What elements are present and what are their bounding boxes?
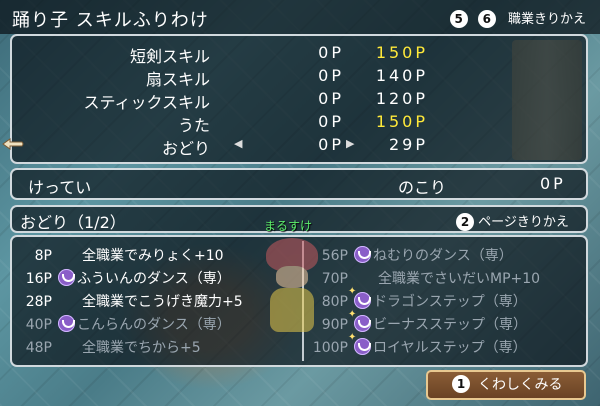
points-label: 40P bbox=[25, 317, 52, 333]
remaining-label: のこり bbox=[398, 178, 447, 197]
item-label: ロイヤルステップ（専） bbox=[373, 340, 527, 356]
skill-name: 短剣スキル bbox=[129, 47, 210, 66]
item-label: こんらんのダンス（専） bbox=[77, 317, 231, 333]
skill-points: 0P bbox=[318, 66, 344, 85]
button-6-icon[interactable]: 6 bbox=[477, 10, 496, 28]
list-item[interactable]: 40P こんらんのダンス（専） bbox=[2, 314, 231, 336]
list-item[interactable]: 90P ✦ ビーナスステップ（専） bbox=[298, 309, 527, 336]
skill-row-fan[interactable]: 扇スキル 0P 140P bbox=[12, 66, 425, 89]
list-item[interactable]: 56P ねむりのダンス（専） bbox=[298, 245, 513, 267]
item-label: ビーナスステップ（専） bbox=[373, 317, 527, 333]
page-switch[interactable]: 2 ページきりかえ bbox=[456, 211, 569, 231]
points-label: 48P bbox=[25, 340, 52, 356]
skill-allocated: 120P bbox=[375, 89, 428, 108]
item-label: 全職業でこうげき魔力+5 bbox=[82, 294, 243, 310]
character-body bbox=[270, 288, 314, 332]
list-item[interactable]: 28P 全職業でこうげき魔力+5 bbox=[2, 291, 243, 313]
sparkle-icon: ✦ bbox=[348, 332, 357, 343]
page-title: 踊り子 スキルふりわけ bbox=[12, 10, 209, 31]
title-actions: 5 6 職業きりかえ bbox=[449, 8, 586, 28]
skill-points: 0P bbox=[318, 112, 344, 131]
skill-allocated: 150P bbox=[375, 43, 428, 62]
list-item[interactable]: 16P ふういんのダンス（専） bbox=[2, 268, 231, 290]
remaining-value: 0P bbox=[540, 174, 566, 193]
character-sprite bbox=[262, 232, 322, 342]
hand-cursor-icon bbox=[2, 136, 24, 150]
odori-title: おどり（1/2） bbox=[20, 213, 126, 232]
skill-row-stick[interactable]: スティックスキル 0P 120P bbox=[12, 89, 425, 112]
button-2-icon[interactable]: 2 bbox=[456, 213, 474, 231]
detail-label: くわしくみる bbox=[478, 377, 563, 393]
skill-row-dance[interactable]: おどり ◀ 0P ▶ 29P bbox=[12, 135, 425, 158]
confirm-remaining-panel: けってい のこり 0P bbox=[10, 168, 588, 200]
skill-allocated: 29P bbox=[388, 135, 428, 154]
list-item[interactable]: 100P ✦ ロイヤルステップ（専） bbox=[298, 332, 527, 359]
dance-icon bbox=[58, 269, 75, 286]
special-dance-icon: ✦ bbox=[348, 309, 371, 332]
job-switch-label[interactable]: 職業きりかえ bbox=[508, 12, 586, 27]
item-label: 全職業でさいだいMP+10 bbox=[378, 271, 541, 287]
character-face bbox=[276, 266, 308, 288]
dance-icon bbox=[354, 246, 371, 263]
skill-points: 0P bbox=[318, 89, 344, 108]
item-label: ドラゴンステップ（専） bbox=[373, 294, 527, 310]
list-item[interactable]: 70P 全職業でさいだいMP+10 bbox=[298, 268, 540, 290]
page-switch-label: ページきりかえ bbox=[478, 215, 569, 230]
skill-allocated: 150P bbox=[375, 112, 428, 131]
item-label: 全職業でちから+5 bbox=[82, 340, 201, 356]
increase-arrow-icon[interactable]: ▶ bbox=[346, 137, 354, 150]
skill-name: スティックスキル bbox=[83, 93, 210, 112]
odori-left-column: 8P 全職業でみりょく+10 16P ふういんのダンス（専） 28P 全職業でこうげき… bbox=[12, 237, 300, 365]
item-label: 全職業でみりょく+10 bbox=[82, 248, 224, 264]
confirm-button[interactable]: けってい bbox=[28, 174, 91, 198]
character-name-tag: まるすけ bbox=[264, 219, 313, 233]
sparkle-icon: ✦ bbox=[348, 286, 357, 297]
points-label: 16P bbox=[25, 271, 52, 287]
odori-right-column: 56P ねむりのダンス（専） 70P 全職業でさいだいMP+10 80P ✦ ドラゴンス… bbox=[304, 237, 588, 365]
skill-points: 0P bbox=[318, 135, 344, 154]
button-5-icon[interactable]: 5 bbox=[449, 10, 468, 28]
decrease-arrow-icon[interactable]: ◀ bbox=[234, 137, 242, 150]
special-dance-icon: ✦ bbox=[348, 286, 371, 309]
special-dance-icon: ✦ bbox=[348, 332, 371, 355]
list-item[interactable]: 80P ✦ ドラゴンステップ（専） bbox=[298, 286, 527, 313]
skill-allocated: 140P bbox=[375, 66, 428, 85]
title-bar: 踊り子 スキルふりわけ 5 6 職業きりかえ bbox=[0, 0, 600, 34]
button-1-icon: 1 bbox=[452, 375, 470, 393]
points-label: 28P bbox=[25, 294, 52, 310]
sparkle-icon: ✦ bbox=[348, 309, 357, 320]
dance-icon bbox=[58, 315, 75, 332]
list-item[interactable]: 8P 全職業でみりょく+10 bbox=[2, 245, 224, 267]
skill-row-song[interactable]: うた 0P 150P bbox=[12, 112, 425, 135]
item-label: ふういんのダンス（専） bbox=[77, 271, 231, 287]
points-label: 100P bbox=[312, 340, 348, 356]
detail-button[interactable]: 1 くわしくみる bbox=[426, 370, 586, 400]
skill-name: うた bbox=[177, 116, 210, 135]
skill-row-dagger[interactable]: 短剣スキル 0P 150P bbox=[12, 43, 425, 66]
skill-name: 扇スキル bbox=[145, 70, 210, 89]
points-label: 8P bbox=[34, 248, 52, 264]
item-label: ねむりのダンス（専） bbox=[373, 248, 513, 264]
list-item[interactable]: 48P 全職業でちから+5 bbox=[2, 337, 201, 359]
skill-points: 0P bbox=[318, 43, 344, 62]
skill-allocation-panel: 短剣スキル 0P 150P 扇スキル 0P 140P スティックスキル 0P 1… bbox=[10, 34, 588, 164]
skill-name: おどり bbox=[161, 139, 210, 158]
